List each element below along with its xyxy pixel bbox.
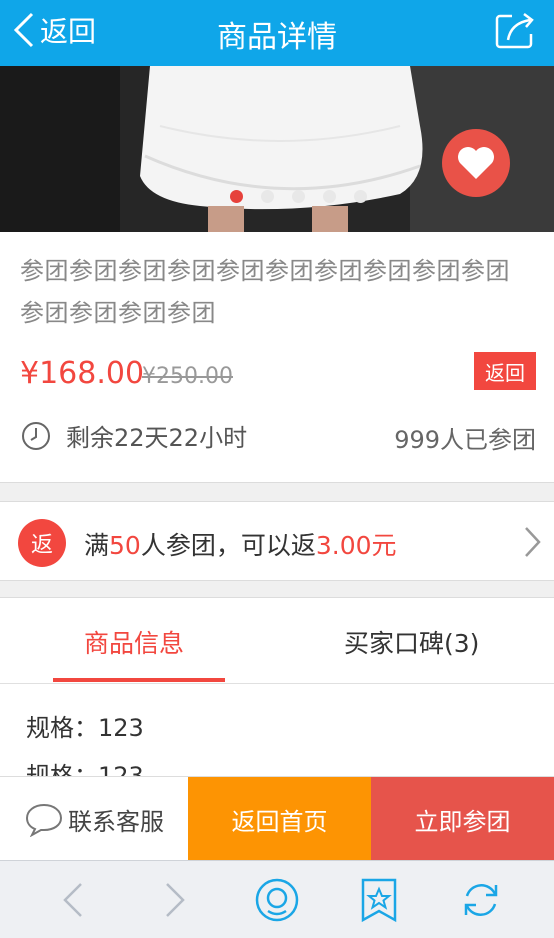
top-nav-bar: 返回 商品详情 xyxy=(0,0,554,66)
return-badge[interactable]: 返回 xyxy=(474,352,536,390)
browser-forward-icon xyxy=(166,883,185,917)
chevron-right-icon xyxy=(525,527,541,557)
active-tab-indicator xyxy=(53,678,225,682)
browser-back-icon xyxy=(63,883,82,917)
carousel-dot[interactable] xyxy=(292,190,305,203)
spec-item: 规格：123 xyxy=(26,714,144,742)
join-group-button[interactable]: 立即参团 xyxy=(371,777,554,861)
clock-icon xyxy=(22,421,50,450)
time-remaining: 剩余22天22小时 xyxy=(20,418,247,453)
section-divider xyxy=(0,482,554,502)
group-price: ¥168.00 xyxy=(20,356,145,391)
rebate-count: 50 xyxy=(109,531,141,560)
browser-refresh-button[interactable] xyxy=(456,875,506,925)
carousel-dot[interactable] xyxy=(323,190,336,203)
rebate-text-middle: 人参团，可以返 xyxy=(140,531,316,560)
page-title: 商品详情 xyxy=(217,20,337,55)
original-price: ¥250.00 xyxy=(142,364,233,389)
time-left-text: 剩余22天22小时 xyxy=(66,424,248,452)
customer-service-label: 联系客服 xyxy=(68,807,164,836)
carousel-dot[interactable] xyxy=(354,190,367,203)
rebate-text-prefix: 满 xyxy=(84,531,110,560)
bookmark-star-icon xyxy=(361,878,397,923)
bottom-action-bar: 联系客服 返回首页 立即参团 xyxy=(0,776,554,861)
browser-forward-button[interactable] xyxy=(150,875,200,925)
chat-bubble-icon xyxy=(25,803,63,837)
rebate-text: 满50人参团，可以返3.00元 xyxy=(84,526,397,562)
browser-bookmark-button[interactable] xyxy=(354,875,404,925)
share-button[interactable] xyxy=(494,10,540,50)
share-icon xyxy=(495,13,534,49)
carousel-indicator xyxy=(230,190,367,203)
carousel-dot[interactable] xyxy=(230,190,243,203)
tab-product-info[interactable]: 商品信息 xyxy=(84,624,184,660)
product-name: 参团参团参团参团参团参团参团参团参团参团参团参团参团参团 xyxy=(20,257,510,327)
browser-qq-button[interactable] xyxy=(252,875,302,925)
browser-back-button[interactable] xyxy=(48,875,98,925)
joined-count: 999人已参团 xyxy=(394,426,536,454)
refresh-icon xyxy=(464,884,498,916)
customer-service-button[interactable]: 联系客服 xyxy=(0,777,188,861)
qq-icon xyxy=(255,878,299,922)
detail-tabs: 商品信息 买家口碑(3) xyxy=(0,598,554,684)
rebate-row[interactable]: 返 满50人参团，可以返3.00元 xyxy=(0,502,554,580)
section-divider xyxy=(0,580,554,598)
browser-toolbar xyxy=(0,860,554,938)
tab-buyer-reviews[interactable]: 买家口碑(3) xyxy=(344,624,479,660)
heart-icon xyxy=(458,147,494,179)
product-image-carousel[interactable] xyxy=(0,66,554,232)
carousel-dot[interactable] xyxy=(261,190,274,203)
favorite-button[interactable] xyxy=(442,129,510,197)
back-to-home-button[interactable]: 返回首页 xyxy=(188,777,371,861)
rebate-icon: 返 xyxy=(18,519,66,567)
rebate-amount: 3.00元 xyxy=(315,531,397,560)
